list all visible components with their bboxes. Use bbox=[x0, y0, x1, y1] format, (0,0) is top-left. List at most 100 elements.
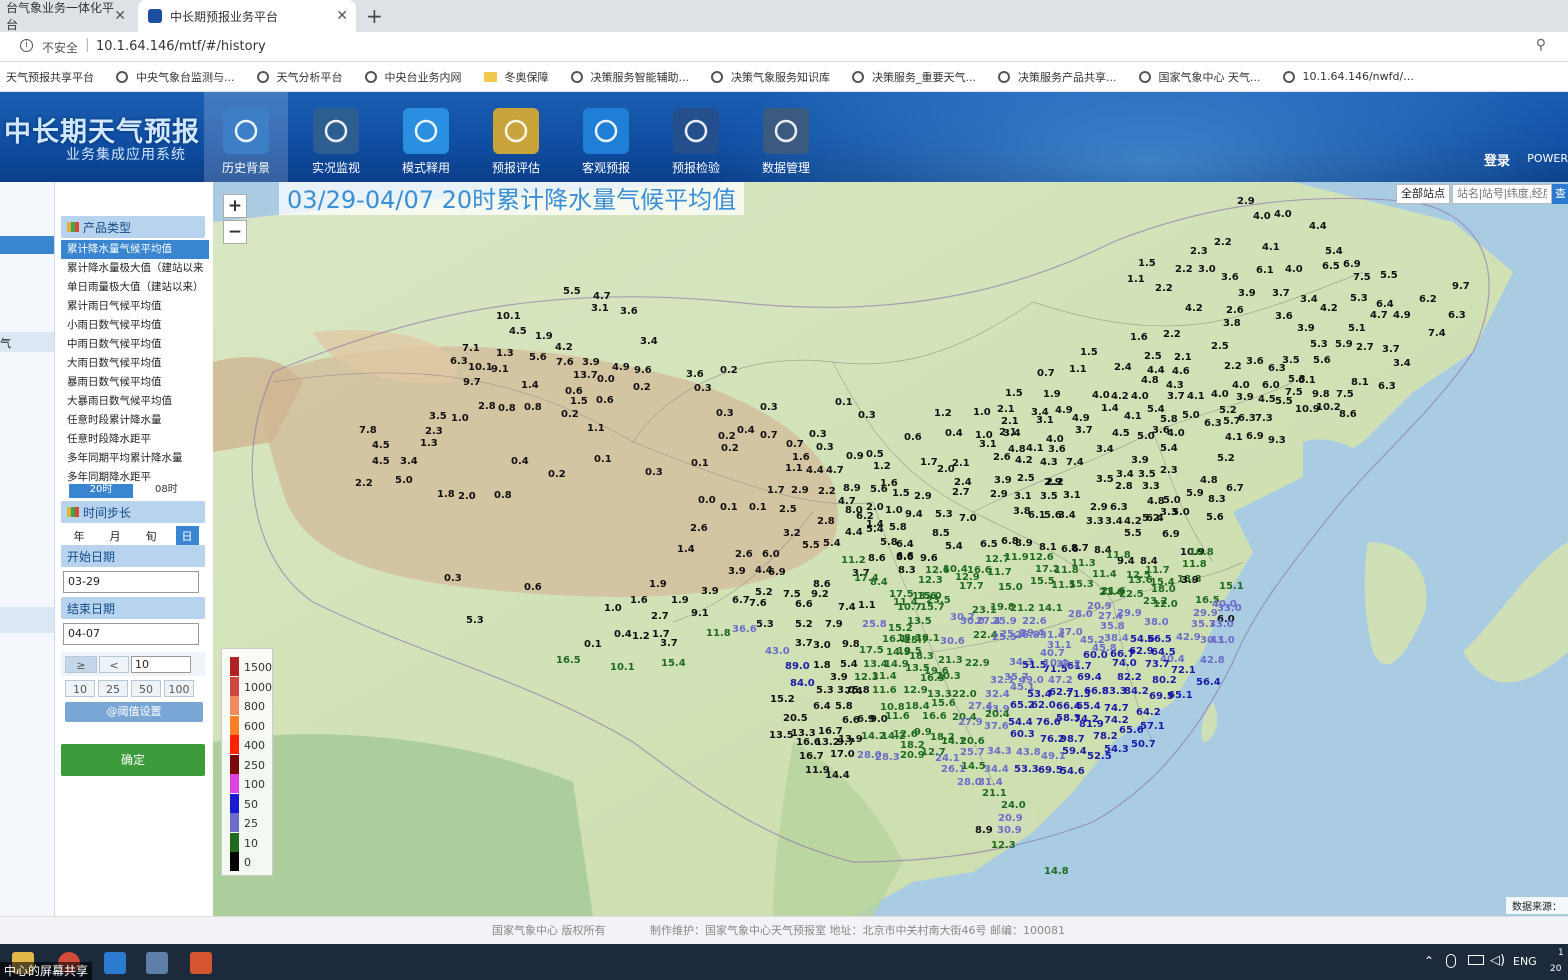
station-value[interactable]: 2.6 bbox=[993, 453, 1011, 463]
station-value[interactable]: 3.3 bbox=[1142, 482, 1160, 492]
station-value[interactable]: 29.9 bbox=[1117, 609, 1142, 619]
station-value[interactable]: 4.2 bbox=[1111, 392, 1129, 402]
station-value[interactable]: 20.4 bbox=[985, 710, 1010, 720]
station-value[interactable]: 5.0 bbox=[395, 476, 413, 486]
station-value[interactable]: 15.7 bbox=[904, 636, 929, 646]
station-value[interactable]: 3.1 bbox=[1063, 491, 1081, 501]
station-value[interactable]: 4.0 bbox=[1092, 391, 1110, 401]
threshold-preset-button[interactable]: 25 bbox=[98, 680, 128, 697]
station-value[interactable]: 43.0 bbox=[765, 647, 790, 657]
station-value[interactable]: 0.1 bbox=[691, 459, 709, 469]
station-value[interactable]: 5.5 bbox=[1124, 529, 1142, 539]
station-value[interactable]: 5.4 bbox=[866, 525, 884, 535]
station-value[interactable]: 17.7 bbox=[959, 582, 984, 592]
compare-ge-button[interactable]: ≥ bbox=[65, 656, 97, 673]
station-value[interactable]: 0.3 bbox=[694, 384, 712, 394]
station-value[interactable]: 1.5 bbox=[570, 397, 588, 407]
station-value[interactable]: 65.6 bbox=[1119, 726, 1144, 736]
station-value[interactable]: 5.0 bbox=[1182, 411, 1200, 421]
station-value[interactable]: 2.7 bbox=[651, 612, 669, 622]
station-value[interactable]: 3.7 bbox=[1272, 289, 1290, 299]
station-value[interactable]: 2.2 bbox=[1224, 362, 1242, 372]
sidebar-item[interactable] bbox=[0, 607, 54, 633]
station-value[interactable]: 8.1 bbox=[1351, 378, 1369, 388]
station-value[interactable]: 11.4 bbox=[872, 672, 897, 682]
station-value[interactable]: 21.2 bbox=[1010, 604, 1035, 614]
station-value[interactable]: 7.1 bbox=[462, 344, 480, 354]
station-value[interactable]: 3.1 bbox=[1036, 416, 1054, 426]
station-value[interactable]: 2.5 bbox=[1144, 352, 1162, 362]
station-value[interactable]: 1.5 bbox=[892, 489, 910, 499]
station-value[interactable]: 31.4 bbox=[978, 778, 1003, 788]
station-value[interactable]: 6.3 bbox=[450, 357, 468, 367]
station-value[interactable]: 2.0 bbox=[458, 492, 476, 502]
station-value[interactable]: 65.1 bbox=[1168, 691, 1193, 701]
station-value[interactable]: 0.6 bbox=[904, 433, 922, 443]
station-value[interactable]: 3.4 bbox=[1300, 295, 1318, 305]
station-value[interactable]: 9.7 bbox=[1452, 282, 1470, 292]
station-value[interactable]: 1.9 bbox=[1043, 390, 1061, 400]
station-value[interactable]: 3.9 bbox=[1236, 393, 1254, 403]
nav-item-4[interactable]: 预报评估 bbox=[474, 92, 558, 182]
station-value[interactable]: 10.8 bbox=[1189, 548, 1214, 558]
station-value[interactable]: 8.9 bbox=[1015, 539, 1033, 549]
station-value[interactable]: 3.7 bbox=[1167, 392, 1185, 402]
station-value[interactable]: 3.5 bbox=[1138, 470, 1156, 480]
station-value[interactable]: 3.0 bbox=[1198, 265, 1216, 275]
station-value[interactable]: 8.5 bbox=[932, 529, 950, 539]
station-value[interactable]: 4.2 bbox=[1320, 304, 1338, 314]
station-value[interactable]: 6.4 bbox=[1376, 300, 1394, 310]
zoom-icon[interactable]: ⚲ bbox=[1536, 37, 1546, 53]
station-value[interactable]: 3.9 bbox=[582, 358, 600, 368]
station-value[interactable]: 40.0 bbox=[1212, 600, 1237, 610]
station-value[interactable]: 3.9 bbox=[1297, 324, 1315, 334]
bookmark-item[interactable]: 中央气象台监测与... bbox=[116, 69, 235, 85]
station-value[interactable]: 0.1 bbox=[835, 398, 853, 408]
time-step-option[interactable]: 日 bbox=[175, 526, 199, 546]
station-value[interactable]: 0.7 bbox=[1037, 369, 1055, 379]
station-value[interactable]: 83.3 bbox=[1102, 687, 1127, 697]
station-value[interactable]: 0.3 bbox=[716, 409, 734, 419]
station-value[interactable]: 4.2 bbox=[1185, 304, 1203, 314]
station-value[interactable]: 2.2 bbox=[1175, 265, 1193, 275]
station-value[interactable]: 1.3 bbox=[420, 439, 438, 449]
station-value[interactable]: 8.6 bbox=[868, 554, 886, 564]
station-value[interactable]: 2.9 bbox=[791, 486, 809, 496]
station-value[interactable]: 6.7 bbox=[732, 596, 750, 606]
station-value[interactable]: 14.1 bbox=[1038, 604, 1063, 614]
station-value[interactable]: 15.6 bbox=[931, 699, 956, 709]
station-value[interactable]: 0.3 bbox=[645, 468, 663, 478]
station-value[interactable]: 59.4 bbox=[1062, 747, 1087, 757]
station-value[interactable]: 64.2 bbox=[1136, 708, 1161, 718]
station-value[interactable]: 11.4 bbox=[1092, 570, 1117, 580]
close-tab-icon[interactable]: ✕ bbox=[336, 8, 348, 24]
station-value[interactable]: 6.3 bbox=[1448, 311, 1466, 321]
station-value[interactable]: 56.5 bbox=[1147, 635, 1172, 645]
station-value[interactable]: 47.2 bbox=[1048, 676, 1073, 686]
station-value[interactable]: 4.7 bbox=[826, 466, 844, 476]
station-value[interactable]: 3.4 bbox=[1393, 359, 1411, 369]
station-value[interactable]: 5.9 bbox=[1335, 340, 1353, 350]
station-value[interactable]: 30.0 bbox=[960, 617, 985, 627]
station-value[interactable]: 5.9 bbox=[1186, 489, 1204, 499]
station-value[interactable]: 10.7 bbox=[897, 603, 922, 613]
station-value[interactable]: 0.1 bbox=[749, 503, 767, 513]
station-value[interactable]: 0.4 bbox=[945, 429, 963, 439]
search-button[interactable]: 查 bbox=[1552, 184, 1568, 204]
product-item[interactable]: 大雨日数气候平均值 bbox=[61, 354, 209, 373]
station-value[interactable]: 1.0 bbox=[973, 408, 991, 418]
station-value[interactable]: 2.2 bbox=[818, 487, 836, 497]
station-value[interactable]: 4.4 bbox=[845, 528, 863, 538]
station-value[interactable]: 9.1 bbox=[491, 365, 509, 375]
station-value[interactable]: 11.2 bbox=[841, 556, 866, 566]
station-value[interactable]: 5.0 bbox=[1137, 432, 1155, 442]
network-icon[interactable] bbox=[1468, 955, 1484, 965]
station-value[interactable]: 4.8 bbox=[1141, 376, 1159, 386]
station-value[interactable]: 1.8 bbox=[437, 490, 455, 500]
station-value[interactable]: 2.1 bbox=[1001, 417, 1019, 427]
station-value[interactable]: 7.3 bbox=[1255, 414, 1273, 424]
all-stations-button[interactable]: 全部站点 bbox=[1396, 184, 1450, 204]
station-value[interactable]: 10.1 bbox=[468, 363, 493, 373]
station-value[interactable]: 0.2 bbox=[721, 444, 739, 454]
station-value[interactable]: 9.2 bbox=[811, 590, 829, 600]
